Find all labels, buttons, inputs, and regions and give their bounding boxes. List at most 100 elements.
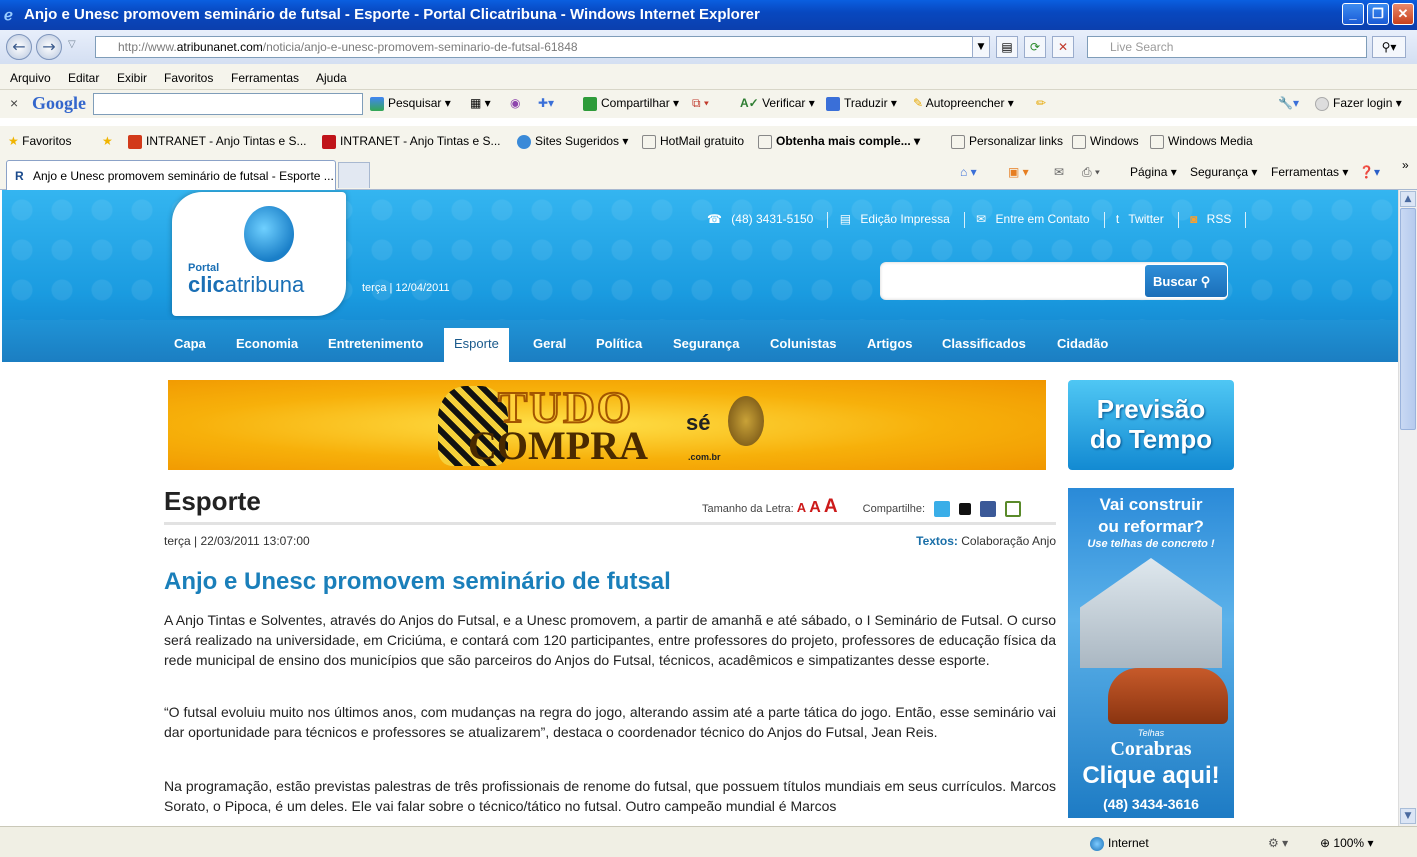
scroll-up-icon[interactable]: ▲ xyxy=(1400,191,1416,207)
logo-globe-icon xyxy=(244,206,294,262)
font-large-button[interactable]: A xyxy=(824,496,838,517)
close-toolbar-icon[interactable]: × xyxy=(10,95,18,111)
home-icon[interactable]: ⌂ ▾ xyxy=(960,165,977,179)
favoritos-button[interactable]: ★ Favoritos xyxy=(8,134,71,148)
nav-artigos[interactable]: Artigos xyxy=(867,336,913,351)
nav-esporte[interactable]: Esporte xyxy=(444,328,509,362)
fav-hotmail[interactable]: HotMail gratuito xyxy=(642,134,744,149)
help-icon[interactable]: ❓▾ xyxy=(1359,165,1380,179)
mail-icon[interactable]: ✉ xyxy=(1054,165,1064,179)
traduzir-button[interactable]: Traduzir ▾ xyxy=(826,96,897,111)
pesquisar-button[interactable]: Pesquisar ▾ xyxy=(370,96,451,111)
house-image xyxy=(1080,558,1222,668)
news-icon[interactable]: ▦ ▾ xyxy=(470,96,491,110)
phone-link[interactable]: ☎ (48) 3431-5150 xyxy=(707,212,819,226)
live-search-input[interactable]: Live Search xyxy=(1087,36,1367,58)
orkut-icon[interactable]: ◉ xyxy=(510,96,520,110)
autopreencher-button[interactable]: ✎ Autopreencher ▾ xyxy=(913,96,1014,110)
highlighter-icon[interactable]: ✏ xyxy=(1036,96,1046,110)
scroll-thumb[interactable] xyxy=(1400,208,1416,430)
fav-intranet-2[interactable]: INTRANET - Anjo Tintas e S... xyxy=(322,134,501,149)
favorites-bar: ★ Favoritos ★ INTRANET - Anjo Tintas e S… xyxy=(0,126,1417,156)
nav-cidadao[interactable]: Cidadão xyxy=(1057,336,1108,351)
twitter-link[interactable]: t Twitter xyxy=(1116,212,1170,226)
maximize-button[interactable]: ❐ xyxy=(1367,3,1389,25)
tudo-se-compra-banner[interactable]: TUDO sé COMPRA .com.br xyxy=(168,380,1046,470)
fav-sites-sugeridos[interactable]: Sites Sugeridos ▾ xyxy=(517,134,628,149)
minimize-button[interactable]: _ xyxy=(1342,3,1364,25)
chevron-more-icon[interactable]: » xyxy=(1402,158,1409,172)
font-medium-button[interactable]: A xyxy=(809,499,821,516)
feeds-icon[interactable]: ▣ ▾ xyxy=(1008,165,1029,179)
nav-politica[interactable]: Política xyxy=(596,336,642,351)
article-paragraph-1: A Anjo Tintas e Solventes, através do An… xyxy=(164,612,1056,668)
menu-exibir[interactable]: Exibir xyxy=(117,71,147,85)
header-links: ☎ (48) 3431-5150 ▤ Edição Impressa ✉ Ent… xyxy=(707,212,1254,228)
fazer-login-button[interactable]: Fazer login ▾ xyxy=(1315,96,1402,111)
forward-button[interactable]: → xyxy=(36,34,62,60)
search-go-icon[interactable]: ⚲▾ xyxy=(1372,36,1406,58)
compat-icon[interactable]: ▤ xyxy=(996,36,1018,58)
pagina-menu[interactable]: Página ▾ xyxy=(1130,165,1177,179)
protected-mode-icon[interactable]: ⚙ ▾ xyxy=(1268,836,1288,850)
zoom-control[interactable]: ⊕ 100% ▾ xyxy=(1320,836,1373,850)
site-header: Portal clicatribuna terça | 12/04/2011 ☎… xyxy=(2,190,1398,320)
verificar-button[interactable]: A✓ Verificar ▾ xyxy=(740,96,815,110)
twitter-share-icon[interactable] xyxy=(934,501,951,518)
menu-editar[interactable]: Editar xyxy=(68,71,99,85)
google-search-input[interactable] xyxy=(93,93,363,115)
font-small-button[interactable]: A xyxy=(797,500,806,515)
ie-logo-icon: ℯ xyxy=(4,7,13,24)
nav-capa[interactable]: Capa xyxy=(174,336,206,351)
site-logo[interactable]: Portal clicatribuna xyxy=(172,192,346,316)
compartilhar-button[interactable]: Compartilhar ▾ xyxy=(583,96,679,111)
nav-economia[interactable]: Economia xyxy=(236,336,298,351)
nav-colunistas[interactable]: Colunistas xyxy=(770,336,836,351)
history-dropdown-icon[interactable]: ▽ xyxy=(68,39,76,50)
previsao-tempo-ad[interactable]: Previsão do Tempo xyxy=(1068,380,1234,470)
logo-name: clicatribuna xyxy=(188,272,305,297)
nav-geral[interactable]: Geral xyxy=(533,336,566,351)
rss-link[interactable]: ◙ RSS xyxy=(1190,212,1237,226)
edicao-impressa-link[interactable]: ▤ Edição Impressa xyxy=(840,212,956,226)
menu-ferramentas[interactable]: Ferramentas xyxy=(231,71,299,85)
nav-entretenimento[interactable]: Entretenimento xyxy=(328,336,423,351)
zone-indicator[interactable]: Internet xyxy=(1090,836,1149,851)
nav-seguranca[interactable]: Segurança xyxy=(673,336,739,351)
star-icon: ★ xyxy=(8,134,19,148)
ad-cta[interactable]: Clique aqui! xyxy=(1068,762,1234,790)
plus-icon[interactable]: ✚▾ xyxy=(538,96,554,110)
delicious-share-icon[interactable] xyxy=(959,503,972,516)
stop-icon[interactable]: ✕ xyxy=(1052,36,1074,58)
fav-intranet-1[interactable]: INTRANET - Anjo Tintas e S... xyxy=(128,134,307,149)
menu-favoritos[interactable]: Favoritos xyxy=(164,71,213,85)
contato-link[interactable]: ✉ Entre em Contato xyxy=(976,212,1095,226)
buscar-button[interactable]: Buscar ⚲ xyxy=(1144,264,1228,298)
address-dropdown-button[interactable]: ▼ xyxy=(972,36,990,58)
page-scrollbar[interactable]: ▲ ▼ xyxy=(1398,190,1417,826)
refresh-icon[interactable]: ⟳ xyxy=(1024,36,1046,58)
add-favorite-icon[interactable]: ★ xyxy=(102,134,113,148)
facebook-share-icon[interactable] xyxy=(980,501,997,518)
nav-classificados[interactable]: Classificados xyxy=(942,336,1026,351)
new-tab-button[interactable] xyxy=(338,162,370,188)
fav-obtenha[interactable]: Obtenha mais comple... ▾ xyxy=(758,134,920,149)
seguranca-menu[interactable]: Segurança ▾ xyxy=(1190,165,1257,179)
back-button[interactable]: ← xyxy=(6,34,32,60)
corabras-ad[interactable]: Vai construir ou reformar? Use telhas de … xyxy=(1068,488,1234,818)
print-icon[interactable]: ⎙ ▾ xyxy=(1082,165,1100,180)
wrench-icon[interactable]: 🔧▾ xyxy=(1278,96,1299,110)
fav-personalizar[interactable]: Personalizar links xyxy=(951,134,1063,149)
fav-windows-media[interactable]: Windows Media xyxy=(1150,134,1253,149)
scroll-down-icon[interactable]: ▼ xyxy=(1400,808,1416,824)
address-bar[interactable]: http://www.atribunanet.com/noticia/anjo-… xyxy=(95,36,990,58)
ad-brand-small: Telhas xyxy=(1137,728,1165,738)
google-share-icon[interactable] xyxy=(1005,501,1022,518)
tab-active[interactable]: R Anjo e Unesc promovem seminário de fut… xyxy=(6,160,336,190)
menu-ajuda[interactable]: Ajuda xyxy=(316,71,347,85)
ferramentas-menu[interactable]: Ferramentas ▾ xyxy=(1271,165,1348,179)
fav-windows[interactable]: Windows xyxy=(1072,134,1139,149)
translate-page-icon[interactable]: ⧉ ▾ xyxy=(692,96,709,111)
menu-arquivo[interactable]: Arquivo xyxy=(10,71,51,85)
close-button[interactable]: ✕ xyxy=(1392,3,1414,25)
